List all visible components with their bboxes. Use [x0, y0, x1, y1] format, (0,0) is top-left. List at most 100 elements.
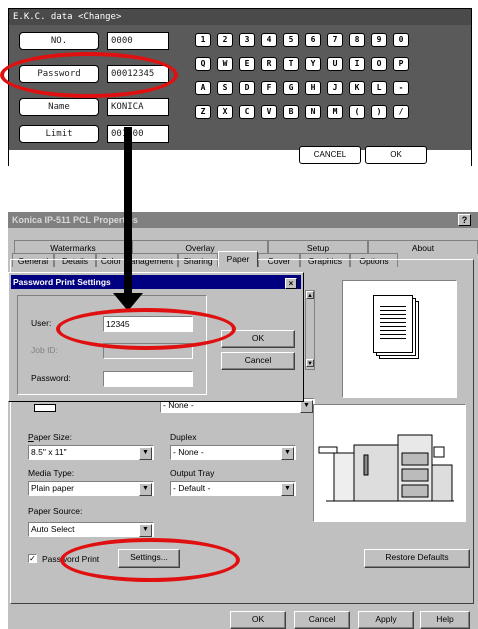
tab-about[interactable]: About	[368, 240, 478, 254]
key-t[interactable]: T	[283, 57, 299, 71]
duplex-select[interactable]: - None - ▼	[170, 445, 296, 460]
key-symbol[interactable]: )	[371, 105, 387, 119]
key-o[interactable]: O	[371, 57, 387, 71]
dialog-title-text: Password Print Settings	[13, 277, 111, 287]
cancel-button[interactable]: CANCEL	[299, 146, 361, 164]
chevron-down-icon[interactable]: ▼	[139, 447, 152, 460]
job-id-label: Job ID:	[31, 345, 58, 355]
window-title: Konica IP-511 PCL Properties	[8, 212, 478, 228]
chevron-down-icon[interactable]: ▼	[139, 524, 152, 537]
key-f[interactable]: F	[261, 81, 277, 95]
limit-button[interactable]: Limit	[19, 125, 99, 143]
apply-button[interactable]: Apply	[358, 611, 414, 629]
key-p[interactable]: P	[393, 57, 409, 71]
key-4[interactable]: 4	[261, 33, 277, 47]
key-y[interactable]: Y	[305, 57, 321, 71]
dialog-title: Password Print Settings ×	[11, 275, 301, 289]
highlight-password-ellipse	[0, 52, 178, 98]
paper-size-label: Paper Size:	[28, 432, 72, 442]
key-n[interactable]: N	[305, 105, 321, 119]
password-label: Password:	[31, 373, 71, 383]
key-c[interactable]: C	[239, 105, 255, 119]
keyboard-grid: 1 2 3 4 5 6 7 8 9 0 Q W E R T Y U I O P A S D F G H J K L - Z X C V B N M () /	[195, 33, 465, 143]
highlight-user-ellipse	[56, 308, 236, 350]
chevron-down-icon[interactable]: ▼	[281, 483, 294, 496]
key-a[interactable]: A	[195, 81, 211, 95]
key-j[interactable]: J	[327, 81, 343, 95]
scroll-up-icon[interactable]: ▲	[306, 291, 314, 299]
restore-defaults-button[interactable]: Restore Defaults	[364, 549, 470, 568]
printer-preview	[313, 404, 466, 522]
paper-size-select[interactable]: 8.5" x 11" ▼	[28, 445, 154, 460]
dialog-cancel-button[interactable]: Cancel	[221, 352, 295, 370]
name-field[interactable]: KONICA	[107, 98, 169, 116]
key-m[interactable]: M	[327, 105, 343, 119]
paper-source-select[interactable]: Auto Select ▼	[28, 522, 154, 537]
key-g[interactable]: G	[283, 81, 299, 95]
key-b[interactable]: B	[283, 105, 299, 119]
help-button[interactable]: Help	[420, 611, 470, 629]
key-r[interactable]: R	[261, 57, 277, 71]
scrollbar[interactable]: ▲ ▼	[305, 290, 315, 370]
key-q[interactable]: Q	[195, 57, 211, 71]
key-8[interactable]: 8	[349, 33, 365, 47]
ok-button[interactable]: OK	[365, 146, 427, 164]
output-tray-select[interactable]: - Default - ▼	[170, 481, 296, 496]
output-tray-value: - Default -	[173, 483, 211, 493]
key-v[interactable]: V	[261, 105, 277, 119]
help-icon[interactable]: ?	[458, 214, 471, 226]
ekc-title: E.K.C. data <Change>	[9, 9, 471, 25]
key-6[interactable]: 6	[305, 33, 321, 47]
chevron-down-icon[interactable]: ▼	[139, 483, 152, 496]
ekc-command-bar: CANCEL OK	[9, 146, 471, 166]
tab-setup[interactable]: Setup	[268, 240, 368, 254]
key-k[interactable]: K	[349, 81, 365, 95]
paper-preview	[342, 280, 457, 398]
key-x[interactable]: X	[217, 105, 233, 119]
output-tray-label: Output Tray	[170, 468, 215, 478]
arrow-shaft	[124, 127, 132, 299]
key-7[interactable]: 7	[327, 33, 343, 47]
key-i[interactable]: I	[349, 57, 365, 71]
no-button[interactable]: NO.	[19, 32, 99, 50]
key-9[interactable]: 9	[371, 33, 387, 47]
key-u[interactable]: U	[327, 57, 343, 71]
key-h[interactable]: H	[305, 81, 321, 95]
paper-source-value: Auto Select	[31, 524, 75, 534]
chevron-down-icon[interactable]: ▼	[281, 447, 294, 460]
printer-icon	[318, 434, 454, 502]
key-5[interactable]: 5	[283, 33, 299, 47]
key-l[interactable]: L	[371, 81, 387, 95]
page-icon-front	[373, 295, 413, 353]
key-2[interactable]: 2	[217, 33, 233, 47]
key-d[interactable]: D	[239, 81, 255, 95]
tab-watermarks[interactable]: Watermarks	[14, 240, 132, 254]
key-s[interactable]: S	[217, 81, 233, 95]
tab-paper[interactable]: Paper	[218, 251, 258, 267]
no-field[interactable]: 0000	[107, 32, 169, 50]
highlight-settings-ellipse	[60, 538, 240, 582]
footer-ok-button[interactable]: OK	[230, 611, 286, 629]
name-button[interactable]: Name	[19, 98, 99, 116]
limit-field[interactable]: 001000	[107, 125, 169, 143]
scroll-down-icon[interactable]: ▼	[306, 359, 314, 367]
key-symbol[interactable]: /	[393, 105, 409, 119]
duplex-label: Duplex	[170, 432, 197, 442]
key-symbol[interactable]: -	[393, 81, 409, 95]
ekc-keyboard: 1 2 3 4 5 6 7 8 9 0 Q W E R T Y U I O P A S D F G H J K L - Z X C V B N M () /	[181, 25, 471, 150]
key-z[interactable]: Z	[195, 105, 211, 119]
password-input[interactable]	[103, 371, 193, 387]
footer-cancel-button[interactable]: Cancel	[294, 611, 350, 629]
key-e[interactable]: E	[239, 57, 255, 71]
key-symbol[interactable]: (	[349, 105, 365, 119]
password-print-checkbox[interactable]: ✓	[28, 554, 37, 563]
paper-source-label: Paper Source:	[28, 506, 83, 516]
media-type-label: Media Type:	[28, 468, 75, 478]
key-3[interactable]: 3	[239, 33, 255, 47]
key-w[interactable]: W	[217, 57, 233, 71]
key-1[interactable]: 1	[195, 33, 211, 47]
user-label: User:	[31, 318, 52, 328]
key-0[interactable]: 0	[393, 33, 409, 47]
media-type-select[interactable]: Plain paper ▼	[28, 481, 154, 496]
close-icon[interactable]: ×	[285, 278, 297, 289]
